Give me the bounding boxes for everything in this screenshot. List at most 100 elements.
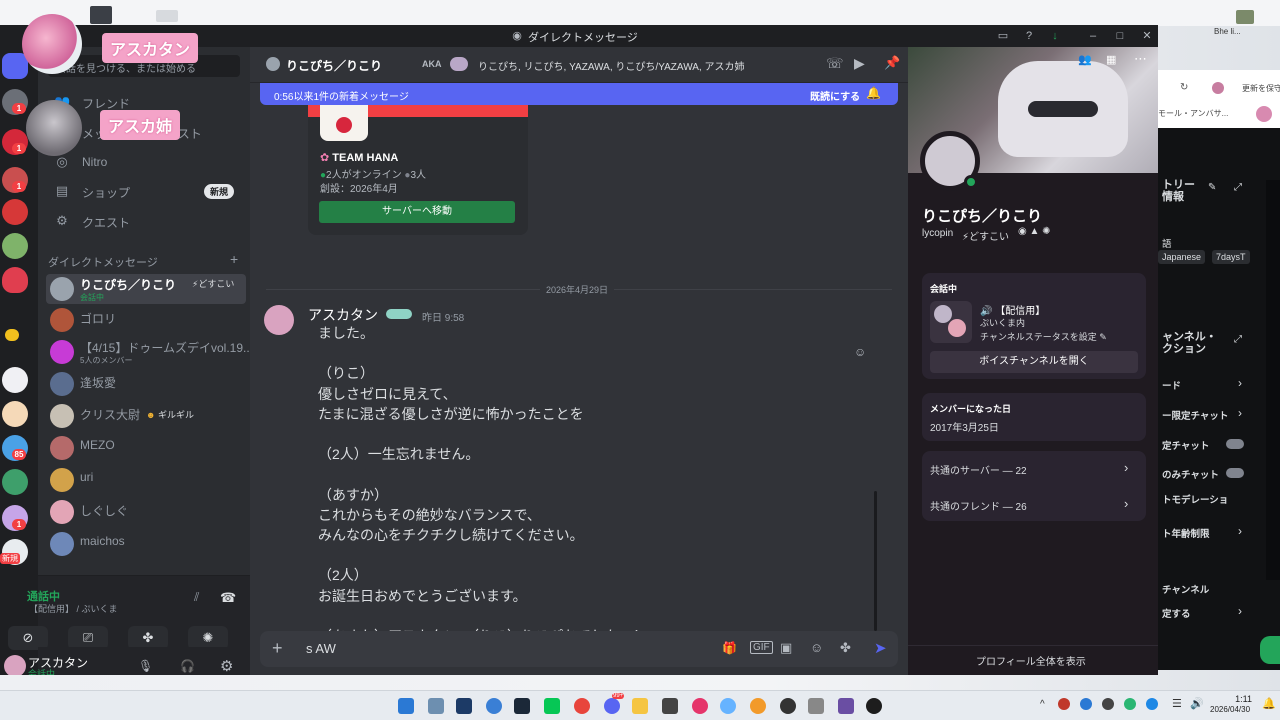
close-icon[interactable]: ✕ bbox=[1140, 29, 1154, 43]
gift-icon[interactable]: 🎁 bbox=[722, 641, 737, 655]
app-icon[interactable] bbox=[866, 698, 882, 714]
create-dm-button[interactable]: + bbox=[230, 251, 238, 267]
settings-row[interactable]: 定する › bbox=[1158, 604, 1248, 622]
dm-item[interactable]: ゴロリ bbox=[46, 305, 246, 335]
floating-call-icon[interactable] bbox=[1260, 636, 1280, 664]
avatar[interactable] bbox=[1256, 106, 1272, 122]
app-icon[interactable] bbox=[486, 698, 502, 714]
discord-icon[interactable] bbox=[604, 698, 620, 714]
app-icon[interactable] bbox=[838, 698, 854, 714]
sticker-icon[interactable]: ▣ bbox=[780, 640, 792, 656]
steam-icon[interactable] bbox=[514, 698, 530, 714]
tray-icon[interactable] bbox=[1146, 698, 1158, 710]
desktop-icon[interactable] bbox=[90, 6, 112, 24]
tray-icon[interactable] bbox=[1058, 698, 1070, 710]
server-icon[interactable] bbox=[2, 199, 28, 225]
expand-icon[interactable]: ⤢ bbox=[1234, 334, 1242, 345]
settings-row[interactable]: ー限定チャット › bbox=[1158, 406, 1248, 424]
tray-icon[interactable] bbox=[1102, 698, 1114, 710]
app-icon[interactable] bbox=[662, 698, 678, 714]
maximize-icon[interactable]: □ bbox=[1113, 29, 1127, 43]
call-channel[interactable]: 【配信用】 / ぷいくま bbox=[29, 602, 118, 615]
server-icon[interactable] bbox=[2, 367, 28, 393]
app-icon[interactable] bbox=[428, 698, 444, 714]
mutual-friends-row[interactable]: 共通のフレンド — 26 › bbox=[922, 486, 1146, 521]
mark-read-button[interactable]: 既読にする bbox=[810, 88, 860, 103]
apps-icon[interactable]: ✤ bbox=[840, 640, 851, 656]
set-channel-status[interactable]: チャンネルステータスを設定 ✎ bbox=[980, 330, 1107, 343]
settings-row[interactable]: トモデレーショ bbox=[1158, 490, 1248, 508]
app-icon[interactable] bbox=[692, 698, 708, 714]
server-icon[interactable] bbox=[2, 469, 28, 495]
tray-overflow-icon[interactable]: ^ bbox=[1040, 699, 1045, 710]
microphone-icon[interactable]: 🎙 bbox=[138, 659, 153, 673]
view-full-profile-link[interactable]: プロフィール全体を表示 bbox=[976, 653, 1086, 668]
dm-item[interactable]: MEZO bbox=[46, 433, 246, 463]
wifi-icon[interactable]: ☰ bbox=[1172, 697, 1182, 710]
dm-item[interactable]: クリス大尉 ☻ ギルギル bbox=[46, 401, 246, 431]
server-icon[interactable] bbox=[2, 233, 28, 259]
edit-icon[interactable]: ✎ bbox=[1208, 182, 1216, 193]
server-icon[interactable] bbox=[2, 401, 28, 427]
desktop-icon[interactable] bbox=[1236, 10, 1254, 24]
app-icon[interactable] bbox=[808, 698, 824, 714]
more-options-icon[interactable]: ⋯ bbox=[1134, 51, 1147, 67]
sidebar-item-quests[interactable]: ⚙ クエスト bbox=[48, 208, 246, 234]
chrome-icon[interactable] bbox=[574, 698, 590, 714]
emoji-icon[interactable]: ☺ bbox=[810, 640, 823, 655]
dm-item[interactable]: りこぴち／りこり ⚡どすこい 会話中 bbox=[46, 274, 246, 304]
headphones-icon[interactable]: 🎧 bbox=[180, 659, 195, 673]
settings-row[interactable]: 定チャット bbox=[1158, 436, 1248, 454]
volume-icon[interactable]: 🔊 bbox=[1190, 697, 1204, 710]
video-call-icon[interactable]: ▶ bbox=[854, 55, 865, 72]
tray-icon[interactable] bbox=[1080, 698, 1092, 710]
avatar[interactable] bbox=[4, 655, 26, 675]
server-icon[interactable] bbox=[2, 267, 28, 293]
tag-chip[interactable]: 7daysT bbox=[1212, 250, 1250, 264]
message-input[interactable]: s AW bbox=[306, 641, 336, 656]
minimize-icon[interactable]: – bbox=[1086, 29, 1100, 43]
start-icon[interactable] bbox=[398, 698, 414, 714]
tag-chip[interactable]: Japanese bbox=[1158, 250, 1206, 264]
line-icon[interactable] bbox=[544, 698, 560, 714]
dm-item[interactable]: maichos bbox=[46, 529, 246, 559]
new-messages-bar[interactable]: 0:56以来1件の新着メッセージ 既読にする 🔔 bbox=[260, 83, 898, 105]
settings-gear-icon[interactable]: ⚙ bbox=[220, 657, 233, 675]
download-icon[interactable]: ↓ bbox=[1048, 29, 1062, 43]
expand-icon[interactable]: ⤢ bbox=[1234, 182, 1242, 193]
tab-title[interactable]: 更新を保守 bbox=[1242, 83, 1280, 94]
clock-time[interactable]: 1:11 bbox=[1222, 694, 1252, 704]
profile-action-icon[interactable]: ▦ bbox=[1106, 53, 1116, 66]
settings-row[interactable]: チャンネル bbox=[1158, 580, 1248, 598]
sidebar-item-shop[interactable]: ▤ ショップ 新規 bbox=[48, 178, 246, 204]
app-icon[interactable] bbox=[780, 698, 796, 714]
settings-row[interactable]: のみチャット bbox=[1158, 465, 1248, 483]
sidebar-item-nitro[interactable]: ◎ Nitro bbox=[48, 149, 246, 175]
disconnect-icon[interactable]: ☎ bbox=[220, 590, 236, 606]
help-icon[interactable]: ? bbox=[1022, 29, 1036, 43]
mutual-servers-row[interactable]: 共通のサーバー — 22 › bbox=[922, 451, 1146, 486]
dm-item[interactable]: しぐしぐ bbox=[46, 497, 246, 527]
desktop-icon[interactable] bbox=[156, 10, 178, 22]
inbox-icon[interactable]: ▭ bbox=[996, 29, 1010, 43]
dm-item[interactable]: uri bbox=[46, 465, 246, 495]
open-voice-channel-button[interactable]: ボイスチャンネルを開く bbox=[930, 351, 1138, 373]
noise-suppression-icon[interactable]: ⫽ bbox=[194, 590, 199, 605]
dm-item[interactable]: 逢坂愛 bbox=[46, 369, 246, 399]
chat-recipient-name[interactable]: りこぴち／りこり bbox=[286, 57, 382, 74]
voice-call-icon[interactable]: ☏ bbox=[826, 55, 844, 72]
settings-row[interactable]: ト年齢制限 › bbox=[1158, 524, 1248, 542]
refresh-icon[interactable]: ↻ bbox=[1180, 82, 1188, 93]
pin-icon[interactable]: 📌 bbox=[884, 55, 900, 71]
clock-date[interactable]: 2026/04/30 bbox=[1210, 705, 1250, 714]
app-icon[interactable] bbox=[750, 698, 766, 714]
tray-icon[interactable] bbox=[1124, 698, 1136, 710]
attach-plus-icon[interactable]: + bbox=[272, 638, 283, 659]
dm-item[interactable]: 【4/15】ドゥームズデイvol.19... 5人のメンバー bbox=[46, 337, 253, 367]
send-icon[interactable]: ➤ bbox=[874, 639, 887, 657]
notifications-icon[interactable]: 🔔 bbox=[1262, 697, 1276, 710]
gif-icon[interactable]: GIF bbox=[750, 641, 773, 654]
toggle-switch[interactable] bbox=[1226, 439, 1244, 449]
app-icon[interactable] bbox=[456, 698, 472, 714]
go-to-server-button[interactable]: サーバーへ移動 bbox=[319, 201, 515, 223]
